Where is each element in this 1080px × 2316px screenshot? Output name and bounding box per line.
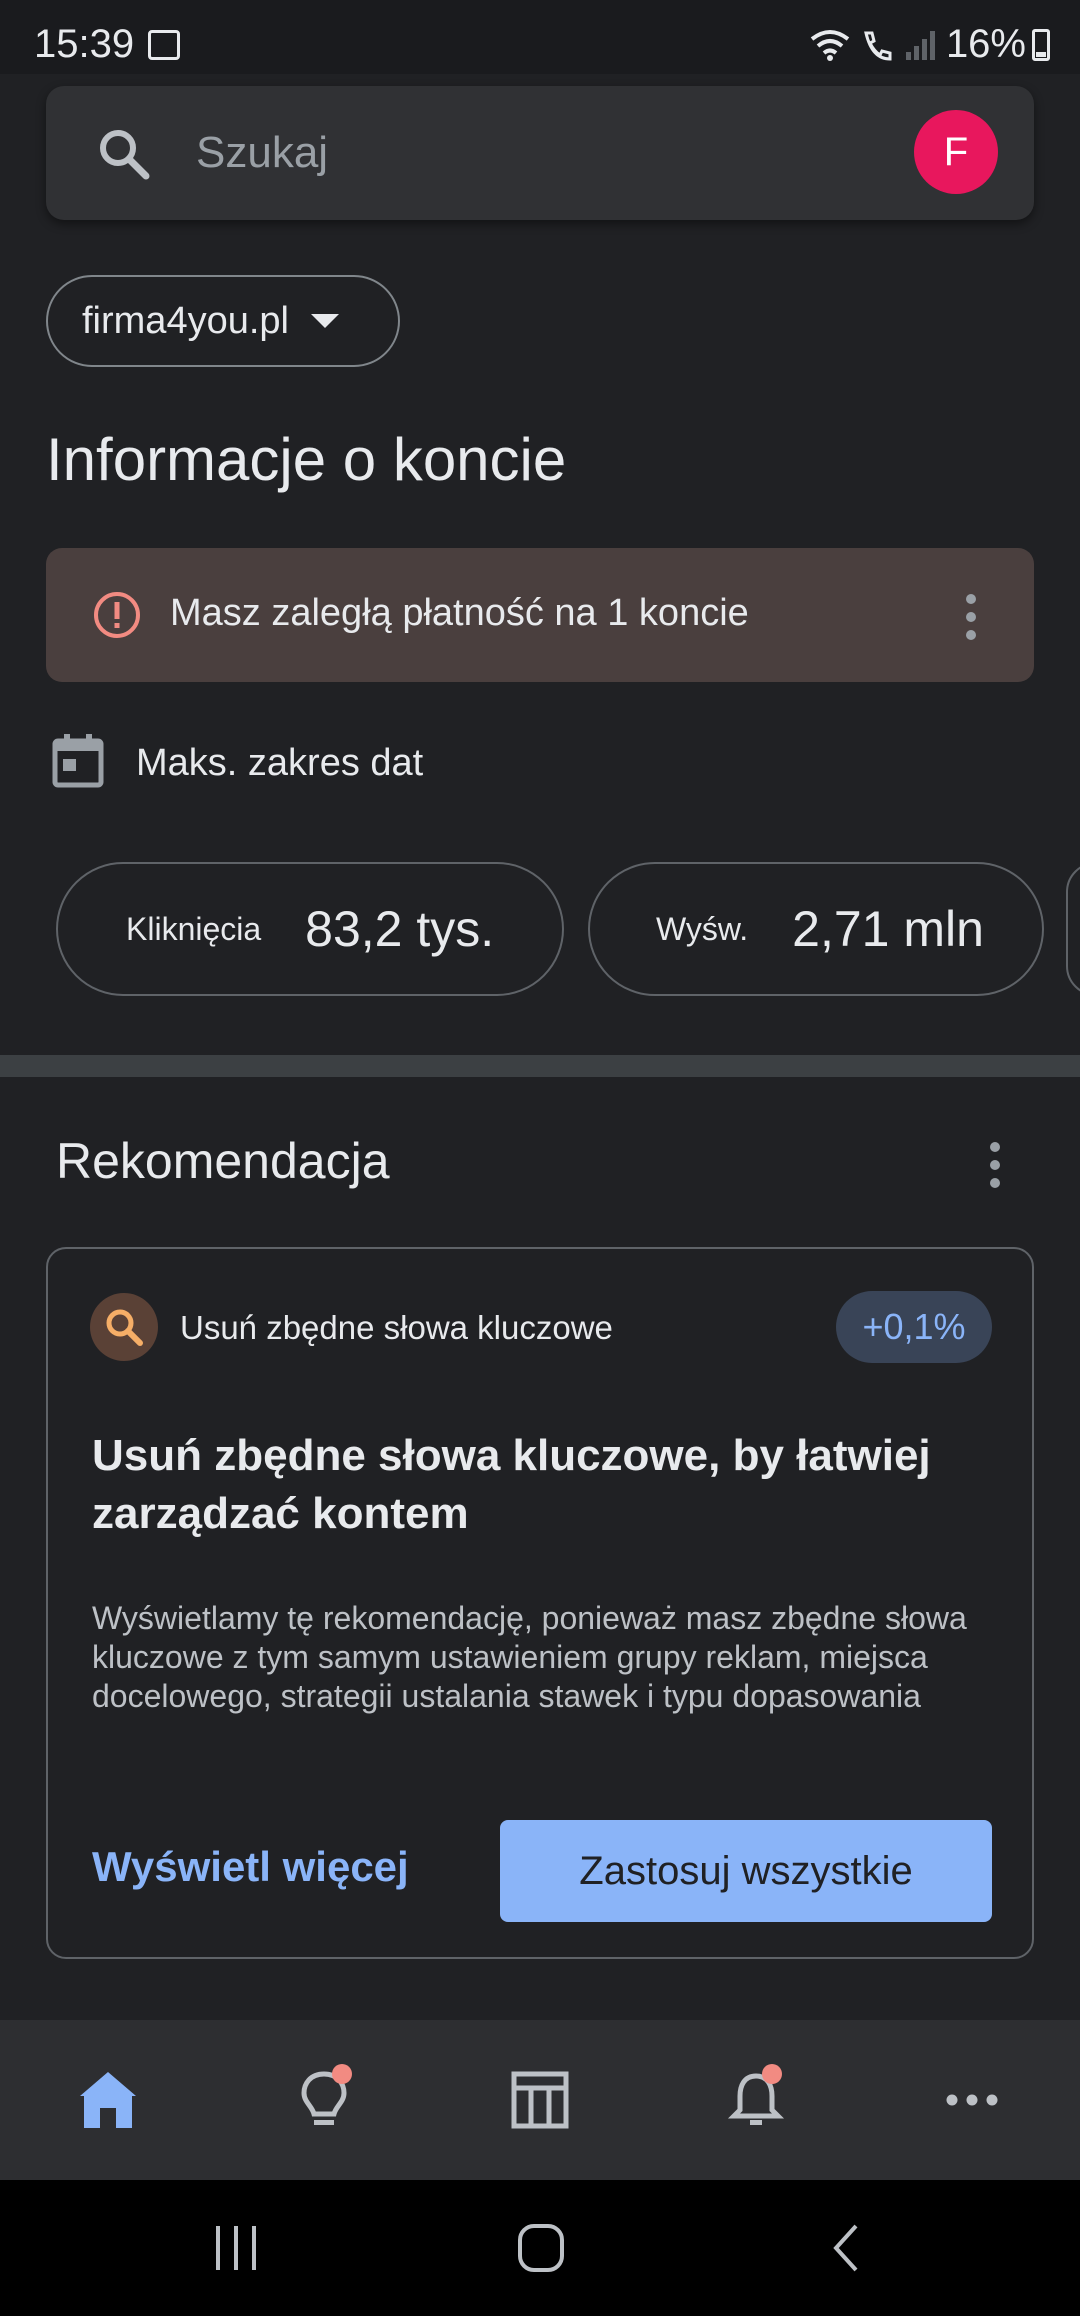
view-more-link[interactable]: Wyświetl więcej (92, 1843, 409, 1891)
status-bar: 15:39 16% (0, 0, 1080, 74)
recommendation-card: Usuń zbędne słowa kluczowe +0,1% Usuń zb… (46, 1247, 1034, 1959)
search-input[interactable]: Szukaj (196, 128, 328, 178)
home-button-icon[interactable] (516, 2220, 566, 2276)
payment-alert[interactable]: Masz zaległą płatność na 1 koncie (46, 548, 1034, 682)
wifi-call-icon (864, 31, 892, 61)
page-title: Informacje o koncie (46, 426, 567, 493)
wifi-icon (810, 29, 850, 61)
date-range-label[interactable]: Maks. zakres dat (136, 742, 423, 785)
notification-dot (762, 2064, 782, 2084)
recommendation-title: Rekomendacja (56, 1133, 390, 1189)
notifications-tab[interactable] (722, 2064, 790, 2134)
error-icon (94, 592, 140, 638)
metric-value: 2,71 mln (792, 901, 984, 957)
chevron-down-icon (310, 314, 339, 328)
table-icon[interactable] (506, 2066, 574, 2134)
more-vert-icon[interactable] (980, 1140, 1010, 1190)
recent-apps-icon[interactable] (212, 2220, 262, 2276)
recommendation-type: Usuń zbędne słowa kluczowe (180, 1309, 613, 1346)
battery-percent: 16% (945, 22, 1026, 66)
account-name: firma4you.pl (82, 299, 289, 342)
bottom-nav (0, 2020, 1080, 2180)
metric-value: 83,2 tys. (305, 901, 495, 957)
more-icon[interactable] (938, 2066, 1006, 2134)
more-vert-icon[interactable] (956, 592, 986, 642)
gallery-notification-icon (148, 30, 180, 60)
metric-clicks[interactable]: Kliknięcia 83,2 tys. (56, 862, 564, 996)
status-time: 15:39 (34, 22, 135, 66)
metric-label: Wyśw. (656, 910, 749, 947)
account-selector[interactable]: firma4you.pl (46, 275, 400, 367)
system-nav-bar (0, 2180, 1080, 2316)
metric-partial[interactable] (1066, 862, 1080, 996)
avatar[interactable]: F (914, 110, 998, 194)
battery-icon (1032, 28, 1050, 61)
uplift-badge: +0,1% (836, 1291, 992, 1363)
notification-dot (332, 2064, 352, 2084)
recommendation-body: Wyświetlamy tę rekomendację, ponieważ ma… (92, 1600, 967, 1714)
signal-icon (905, 30, 935, 60)
metric-label: Kliknięcia (126, 910, 262, 947)
calendar-icon[interactable] (52, 732, 104, 788)
search-bar[interactable]: Szukaj F (46, 86, 1034, 220)
home-icon[interactable] (74, 2066, 142, 2134)
search-icon (90, 1293, 158, 1361)
status-indicators: 16% (808, 22, 1050, 67)
metric-impressions[interactable]: Wyśw. 2,71 mln (588, 862, 1044, 996)
section-divider (0, 1055, 1080, 1077)
back-icon[interactable] (826, 2220, 866, 2276)
alert-text: Masz zaległą płatność na 1 koncie (170, 592, 749, 634)
apply-all-button[interactable]: Zastosuj wszystkie (500, 1820, 992, 1922)
recommendations-tab[interactable] (290, 2064, 358, 2134)
search-icon (100, 130, 150, 180)
recommendation-heading: Usuń zbędne słowa kluczowe, by łatwiej z… (92, 1431, 931, 1538)
